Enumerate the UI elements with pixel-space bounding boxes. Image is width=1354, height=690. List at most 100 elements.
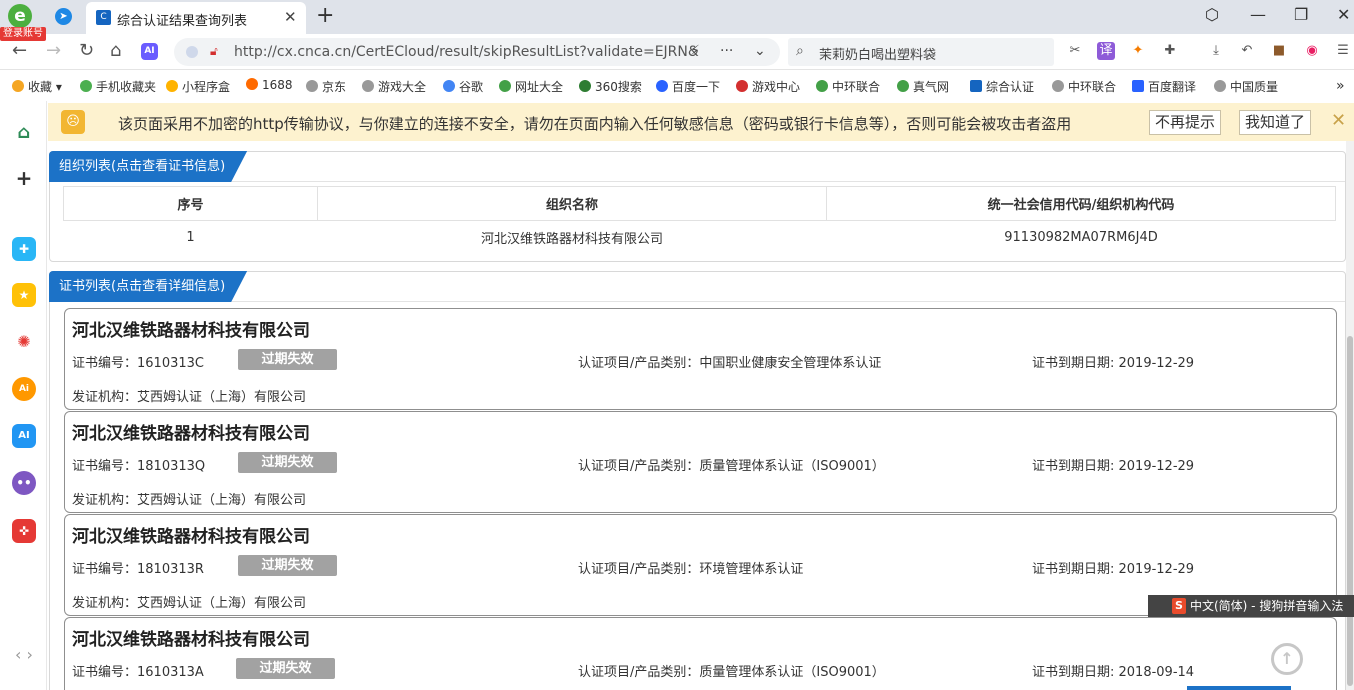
globe-icon	[816, 80, 828, 92]
warning-face-icon: ☹	[61, 110, 85, 134]
scroll-to-top-button[interactable]: ↑	[1271, 643, 1303, 675]
restore-icon[interactable]: ❐	[1294, 5, 1308, 24]
cert-card[interactable]: 河北汉维铁路器材科技有限公司 证书编号：1810313R 过期失效 认证项目/产…	[64, 514, 1337, 616]
org-table: 序号 组织名称 统一社会信用代码/组织机构代码 1 河北汉维铁路器材科技有限公司…	[63, 186, 1336, 255]
home-icon[interactable]: ⌂	[110, 40, 121, 61]
table-row[interactable]: 1 河北汉维铁路器材科技有限公司 91130982MA07RM6J4D	[64, 221, 1336, 255]
favorites-icon[interactable]: ★	[12, 283, 36, 307]
no-remind-button[interactable]: 不再提示	[1149, 110, 1222, 135]
bookmark-label: 网址大全	[515, 80, 564, 94]
bookmark-label: 中环联合	[832, 80, 881, 94]
browser-logo-icon[interactable]: e	[8, 4, 32, 28]
more-bookmarks-icon[interactable]: »	[1336, 78, 1345, 94]
acknowledge-button[interactable]: 我知道了	[1239, 110, 1312, 135]
cert-company: 河北汉维铁路器材科技有限公司	[72, 527, 310, 547]
game-icon[interactable]: ✦	[1129, 42, 1147, 60]
color-wheel-icon[interactable]: ◉	[1303, 42, 1321, 60]
new-tab-icon[interactable]: +	[316, 3, 334, 28]
menu-icon[interactable]: ☰	[1334, 42, 1352, 60]
scissors-icon[interactable]: ✂	[1066, 42, 1084, 60]
cert-card[interactable]: 河北汉维铁路器材科技有限公司 证书编号：1810313Q 过期失效 认证项目/产…	[64, 411, 1337, 513]
bookmark-item[interactable]: 360搜索	[579, 78, 642, 95]
bookmark-label: 游戏大全	[378, 80, 427, 94]
bookmark-item[interactable]: 百度翻译	[1132, 78, 1196, 95]
status-badge: 过期失效	[238, 555, 337, 576]
scrollbar-thumb[interactable]	[1347, 336, 1353, 686]
address-bar[interactable]: 🔓︎ http://cx.cnca.cn/CertECloud/result/s…	[174, 38, 780, 66]
bookmark-item[interactable]: 真气网	[897, 78, 949, 95]
briefcase-icon[interactable]: ■	[1270, 42, 1288, 60]
forward-icon[interactable]: →	[46, 40, 61, 61]
bookmark-item[interactable]: 手机收藏夹	[80, 78, 156, 95]
translate-icon[interactable]: 译	[1097, 42, 1115, 60]
phone-icon	[80, 80, 92, 92]
cert-expiry: 证书到期日期: 2019-12-29	[1032, 562, 1195, 577]
bookmark-item[interactable]: 网址大全	[499, 78, 563, 95]
cert-company: 河北汉维铁路器材科技有限公司	[72, 424, 310, 444]
tab-active[interactable]: C 综合认证结果查询列表 ✕	[86, 2, 306, 34]
ai-icon[interactable]: AI	[141, 43, 158, 60]
bookmark-item[interactable]: 1688	[246, 78, 293, 92]
row-org-name[interactable]: 河北汉维铁路器材科技有限公司	[318, 221, 827, 255]
download-icon[interactable]: ⤓	[1207, 42, 1225, 60]
extensions-icon[interactable]: ✚	[1161, 42, 1179, 60]
bookmark-item[interactable]: 综合认证	[970, 78, 1034, 95]
undo-icon[interactable]: ↶	[1238, 42, 1256, 60]
home-icon[interactable]: ⌂	[12, 121, 36, 145]
bookmark-label: 综合认证	[986, 80, 1035, 94]
bookmark-item[interactable]: 游戏中心	[736, 78, 800, 95]
status-badge: 过期失效	[238, 349, 337, 370]
star-icon	[12, 80, 24, 92]
ai-icon[interactable]: AI	[12, 424, 36, 448]
search-input[interactable]: 茉莉奶白喝出塑料袋	[819, 44, 936, 63]
chevron-down-icon[interactable]: ⌄	[754, 43, 766, 59]
send-icon[interactable]: ➤	[55, 8, 72, 25]
minimize-icon[interactable]: —	[1250, 5, 1266, 24]
close-tab-icon[interactable]: ✕	[284, 8, 297, 26]
gamepad-icon[interactable]: ✜	[12, 519, 36, 543]
bookmark-label: 1688	[262, 78, 293, 92]
close-window-icon[interactable]: ✕	[1337, 5, 1350, 24]
cert-company: 河北汉维铁路器材科技有限公司	[72, 630, 310, 650]
bookmark-label: 百度翻译	[1148, 80, 1197, 94]
bookmark-item[interactable]: 小程序盒	[166, 78, 230, 95]
cert-card[interactable]: 河北汉维铁路器材科技有限公司 证书编号：1610313A 过期失效 认证项目/产…	[64, 617, 1337, 690]
column-header-credit-code: 统一社会信用代码/组织机构代码	[826, 186, 1336, 221]
chat-bot-icon[interactable]: ••	[12, 471, 36, 495]
insecure-icon[interactable]: 🔓︎	[210, 44, 218, 59]
bookmarks-bar: 收藏 ▾ 手机收藏夹 小程序盒 1688 京东 游戏大全 谷歌 网址大全 360…	[0, 71, 1354, 101]
plus-app-icon[interactable]: ✚	[12, 237, 36, 261]
close-icon[interactable]: ✕	[1331, 110, 1346, 131]
cert-card[interactable]: 河北汉维铁路器材科技有限公司 证书编号：1610313C 过期失效 认证项目/产…	[64, 308, 1337, 410]
shirt-icon[interactable]: ⬡	[1205, 5, 1219, 24]
search-icon: ⌕	[796, 43, 804, 59]
column-header-index: 序号	[63, 186, 318, 221]
bookmark-item[interactable]: 收藏 ▾	[12, 78, 62, 95]
bookmark-item[interactable]: 中国质量	[1214, 78, 1278, 95]
cert-panel-title: 证书列表(点击查看详细信息)	[49, 271, 247, 302]
login-badge[interactable]: 登录账号	[0, 27, 46, 41]
bookmark-item[interactable]: 百度一下	[656, 78, 720, 95]
refresh-icon[interactable]: ↻	[79, 40, 94, 61]
network-icon[interactable]: ✺	[12, 330, 36, 354]
lightning-icon[interactable]: ⚡︎	[690, 43, 700, 59]
url-text[interactable]: http://cx.cnca.cn/CertECloud/result/skip…	[234, 44, 699, 60]
bookmark-item[interactable]: 京东	[306, 78, 346, 95]
bookmark-item[interactable]: 谷歌	[443, 78, 483, 95]
collapse-arrows-icon[interactable]: ‹ ›	[6, 643, 42, 667]
globe-icon	[362, 80, 374, 92]
add-icon[interactable]: +	[12, 166, 36, 190]
bookmark-label: 小程序盒	[182, 80, 231, 94]
bookmark-item[interactable]: 中环联合	[1052, 78, 1116, 95]
search-box[interactable]: ⌕ 茉莉奶白喝出塑料袋	[788, 38, 1054, 66]
org-panel-title: 组织列表(点击查看证书信息)	[49, 151, 247, 182]
globe-icon	[306, 80, 318, 92]
ime-status-bar[interactable]: S 中文(简体) - 搜狗拼音输入法	[1148, 595, 1354, 617]
bookmark-item[interactable]: 游戏大全	[362, 78, 426, 95]
more-icon[interactable]: ···	[720, 43, 733, 59]
bookmark-item[interactable]: 中环联合	[816, 78, 880, 95]
back-icon[interactable]: ←	[12, 40, 27, 61]
ai-assistant-icon[interactable]: Ai	[12, 377, 36, 401]
bookmark-label: 中国质量	[1230, 80, 1279, 94]
bookmark-label: 谷歌	[459, 80, 484, 94]
